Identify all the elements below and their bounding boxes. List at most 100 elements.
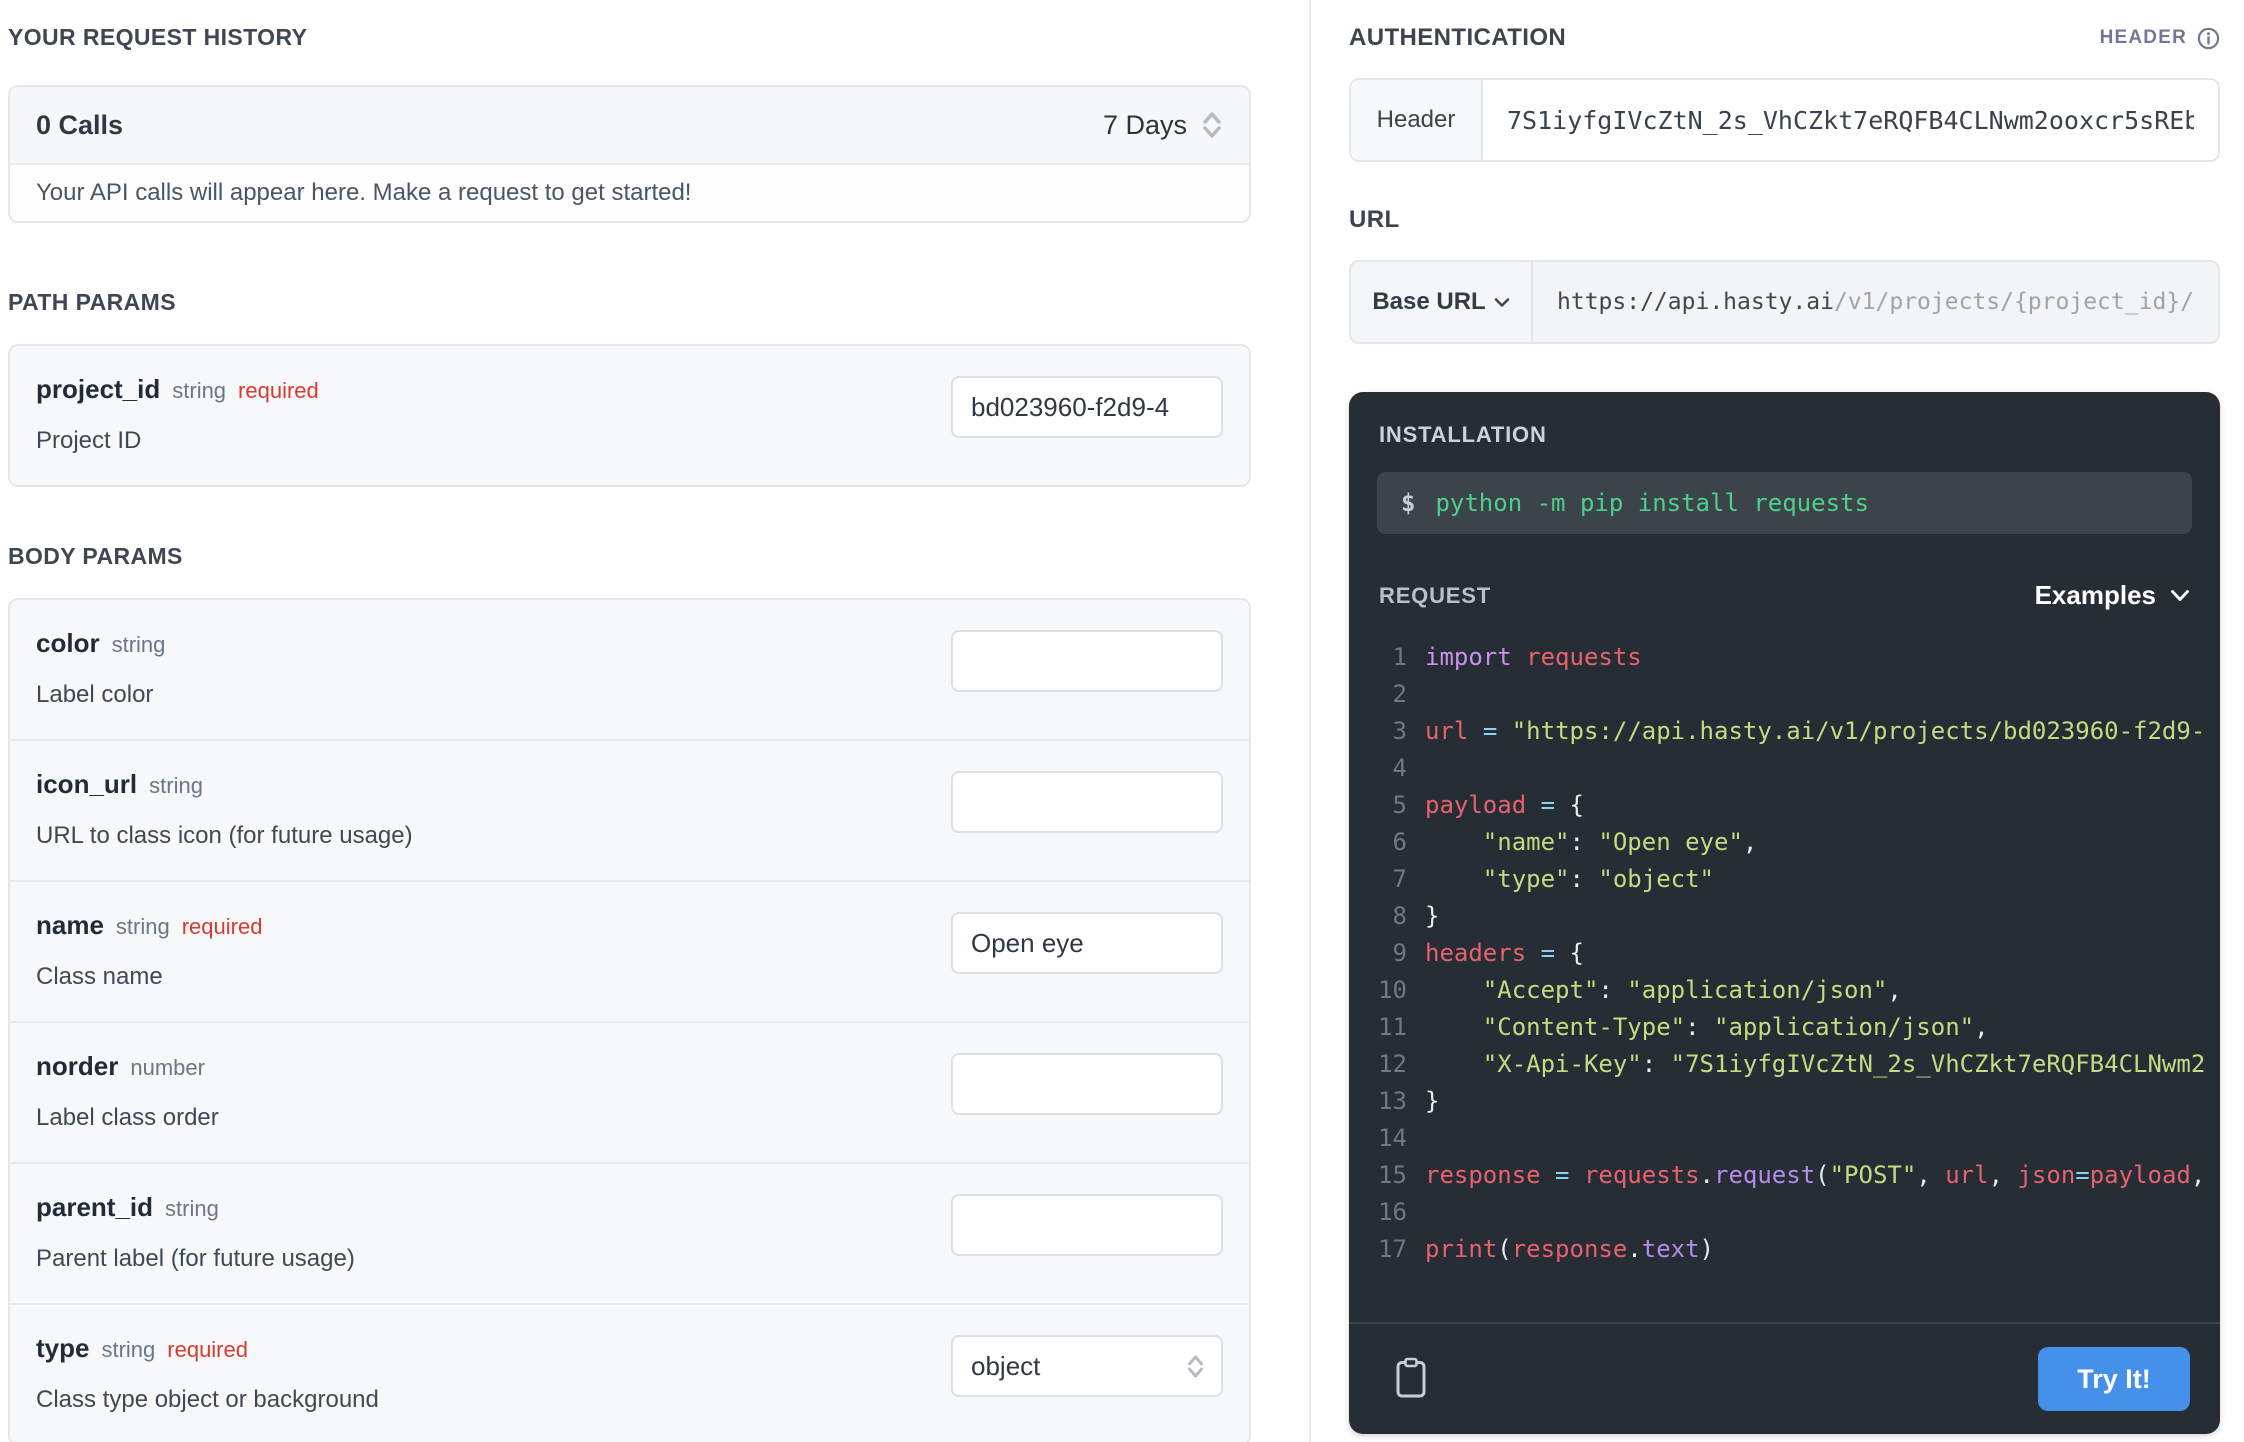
param-name: icon_url	[36, 769, 138, 799]
param-type: string	[111, 632, 166, 657]
param-name: norder	[36, 1051, 119, 1081]
line-number: 11	[1378, 1013, 1407, 1041]
code-line: 14	[1349, 1120, 2220, 1157]
param-input-name[interactable]	[951, 912, 1223, 974]
install-command: python -m pip install requests	[1435, 489, 1869, 517]
code-text: headers = {	[1425, 939, 1584, 967]
request-history-summary-row: 0 Calls 7 Days	[10, 87, 1249, 163]
request-history-heading: YOUR REQUEST HISTORY	[8, 24, 308, 50]
param-row: norder number Label class order	[10, 1021, 1249, 1162]
param-input-parent_id[interactable]	[951, 1194, 1223, 1256]
code-text: payload = {	[1425, 791, 1584, 819]
param-type: number	[130, 1055, 205, 1080]
request-history-card: 0 Calls 7 Days Your API calls will appea…	[8, 85, 1251, 223]
param-description: Project ID	[36, 427, 142, 454]
url-path-part: /v1/projects/{project_id}/	[1833, 289, 2194, 315]
code-line: 8}	[1349, 898, 2220, 935]
param-required-flag: required	[238, 378, 319, 403]
clipboard-icon	[1395, 1357, 1427, 1402]
installation-heading: INSTALLATION	[1379, 422, 1547, 447]
param-description: URL to class icon (for future usage)	[36, 822, 413, 849]
param-row: name string required Class name	[10, 880, 1249, 1021]
param-select-value: object	[971, 1350, 1041, 1381]
line-number: 13	[1378, 1087, 1407, 1115]
param-type: string	[115, 914, 170, 939]
param-select-type[interactable]: object	[951, 1335, 1223, 1397]
examples-label: Examples	[2034, 580, 2156, 610]
left-column: YOUR REQUEST HISTORY 0 Calls 7 Days Your…	[0, 0, 1311, 1442]
request-heading: REQUEST	[1379, 582, 1491, 608]
param-input-color[interactable]	[951, 630, 1223, 692]
line-number: 3	[1392, 717, 1407, 745]
api-key-input[interactable]	[1483, 80, 2218, 160]
param-row: type string required Class type object o…	[10, 1303, 1249, 1442]
line-number: 1	[1392, 643, 1407, 671]
code-line: 5 payload = {	[1349, 787, 2220, 824]
param-name: color	[36, 628, 100, 658]
line-number: 14	[1378, 1124, 1407, 1152]
chevron-down-icon	[2170, 589, 2190, 602]
param-row: project_id string required Project ID	[10, 346, 1249, 485]
updown-stepper-icon	[1201, 109, 1223, 141]
code-line: 15 response = requests.request("POST", ur…	[1349, 1157, 2220, 1194]
request-url-value: https://api.hasty.ai/v1/projects/{projec…	[1533, 262, 2218, 342]
chevron-down-icon	[1494, 297, 1510, 308]
param-row: color string Label color	[10, 600, 1249, 739]
url-box: Base URL https://api.hasty.ai/v1/project…	[1349, 260, 2220, 344]
install-command-box[interactable]: $ python -m pip install requests	[1377, 472, 2192, 534]
param-name: parent_id	[36, 1192, 154, 1222]
line-number: 9	[1392, 939, 1407, 967]
code-editor[interactable]: 1 import requests 2 3 url = "https://api.has…	[1349, 639, 2220, 1322]
code-text: import requests	[1425, 643, 1642, 671]
code-text: "Content-Type": "application/json",	[1482, 1013, 1989, 1041]
code-text: print(response.text)	[1425, 1235, 1714, 1263]
code-line: 13}	[1349, 1083, 2220, 1120]
param-description: Label color	[36, 681, 154, 708]
try-it-button[interactable]: Try It!	[2038, 1347, 2190, 1411]
auth-type-badge[interactable]: HEADER	[2100, 27, 2220, 50]
param-description: Parent label (for future usage)	[36, 1245, 355, 1272]
code-text: url = "https://api.hasty.ai/v1/projects/…	[1425, 717, 2206, 745]
authentication-heading: AUTHENTICATION	[1349, 24, 1567, 51]
url-heading: URL	[1349, 206, 1400, 233]
param-required-flag: required	[167, 1337, 248, 1362]
param-input-project_id[interactable]	[951, 376, 1223, 438]
history-period-select[interactable]: 7 Days	[1103, 109, 1223, 141]
shell-prompt: $	[1401, 489, 1416, 517]
param-row: icon_url string URL to class icon (for f…	[10, 739, 1249, 880]
code-text: "name": "Open eye",	[1482, 828, 1758, 856]
param-input-icon_url[interactable]	[951, 771, 1223, 833]
code-line: 16	[1349, 1194, 2220, 1231]
calls-count: 0 Calls	[36, 109, 124, 140]
line-number: 7	[1392, 865, 1407, 893]
line-number: 17	[1378, 1235, 1407, 1263]
api-reference-page: YOUR REQUEST HISTORY 0 Calls 7 Days Your…	[0, 0, 2244, 1442]
code-line: 7 "type": "object"	[1349, 861, 2220, 898]
param-type: string	[165, 1196, 219, 1221]
code-line: 10 "Accept": "application/json",	[1349, 972, 2220, 1009]
param-type: string	[101, 1337, 156, 1362]
param-input-norder[interactable]	[951, 1053, 1223, 1115]
copy-code-button[interactable]	[1395, 1357, 1427, 1402]
code-text: response = requests.request("POST", url,…	[1425, 1161, 2206, 1189]
line-number: 10	[1378, 976, 1407, 1004]
info-icon	[2197, 27, 2220, 50]
path-params-card: project_id string required Project ID	[8, 344, 1251, 487]
code-line: 11 "Content-Type": "application/json",	[1349, 1009, 2220, 1046]
line-number: 16	[1378, 1198, 1407, 1226]
examples-dropdown[interactable]: Examples	[2035, 580, 2190, 611]
body-params-heading: BODY PARAMS	[8, 543, 183, 569]
path-params-heading: PATH PARAMS	[8, 289, 176, 315]
authentication-header-row: AUTHENTICATION HEADER	[1349, 24, 2220, 52]
base-url-label: Base URL	[1372, 288, 1486, 315]
param-description: Class name	[36, 963, 163, 990]
code-line: 6 "name": "Open eye",	[1349, 824, 2220, 861]
request-header-row: REQUEST Examples	[1379, 580, 2190, 611]
base-url-dropdown[interactable]: Base URL	[1351, 262, 1533, 342]
code-text: "Accept": "application/json",	[1482, 976, 1902, 1004]
code-line: 4	[1349, 750, 2220, 787]
line-number: 4	[1392, 754, 1407, 782]
